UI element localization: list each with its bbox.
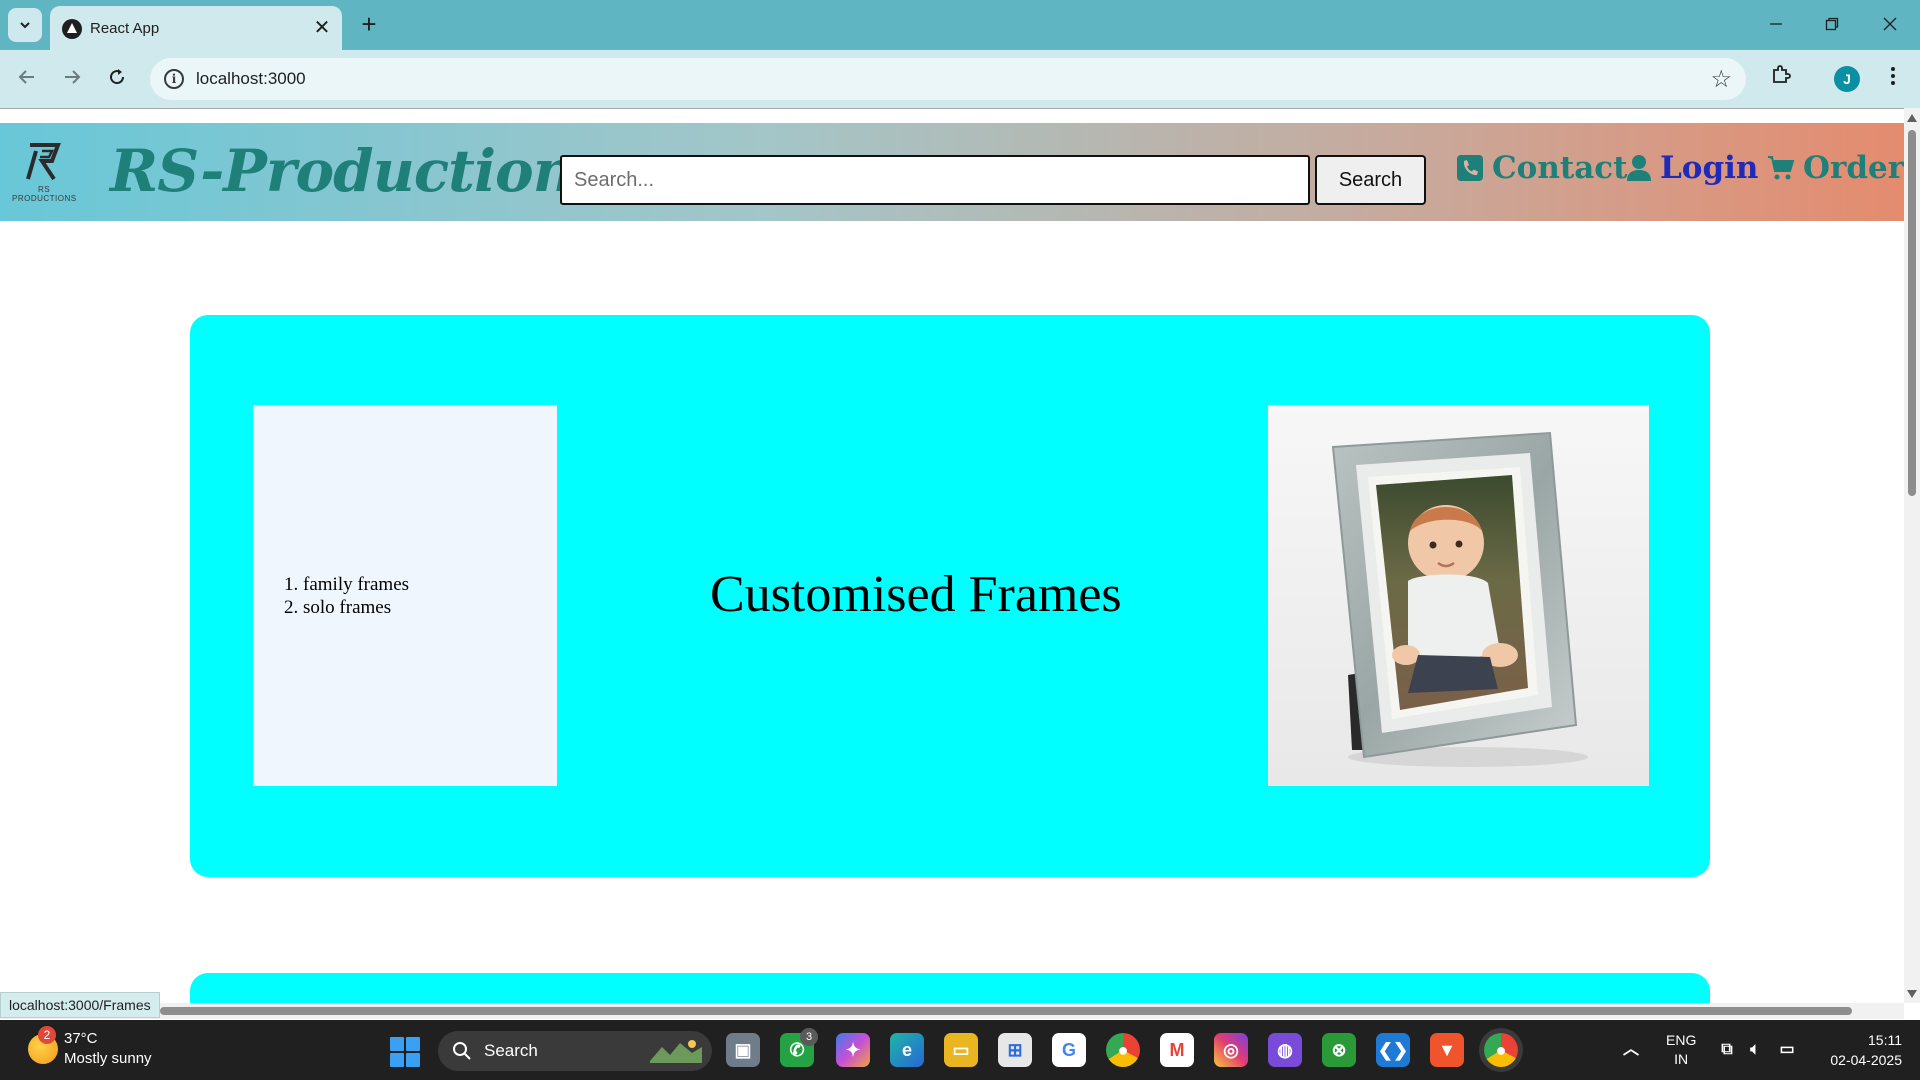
arrow-left-icon	[18, 70, 34, 84]
restore-icon	[1825, 17, 1839, 31]
windows-taskbar: 2 37°C Mostly sunny Search ▣ ✆ 3 ✦ e ▭ ⊞…	[0, 1020, 1920, 1080]
arrow-right-icon	[65, 70, 81, 84]
vertical-scroll-thumb[interactable]	[1908, 130, 1916, 496]
language-code: ENG	[1666, 1032, 1697, 1048]
logo-subtext: RS PRODUCTIONS	[12, 185, 77, 203]
app-icon[interactable]: ◍	[1268, 1033, 1302, 1067]
vscode-icon[interactable]: ❮❯	[1376, 1033, 1410, 1067]
scroll-up-arrow-icon[interactable]	[1907, 114, 1917, 122]
photo-frame-image	[1268, 405, 1649, 786]
tab-close-button[interactable]: ✕	[310, 16, 334, 40]
site-navbar: RS PRODUCTIONS RS-Productions Search Con…	[0, 123, 1904, 221]
chrome-icon[interactable]: ●	[1106, 1033, 1140, 1067]
shopping-cart-icon	[1768, 156, 1795, 180]
copilot-icon[interactable]: ✦	[836, 1033, 870, 1067]
xbox-icon[interactable]: ⊗	[1322, 1033, 1356, 1067]
file-explorer-icon[interactable]: ▭	[944, 1033, 978, 1067]
browser-tab-bar: React App ✕ +	[0, 0, 1920, 50]
whatsapp-badge: 3	[800, 1028, 818, 1046]
task-view-icon[interactable]: ▣	[726, 1033, 760, 1067]
tab-title: React App	[90, 20, 160, 37]
gmail-icon[interactable]: M	[1160, 1033, 1194, 1067]
profile-avatar[interactable]: J	[1834, 66, 1860, 92]
frame-types-panel: family frames solo frames	[253, 405, 557, 786]
reload-icon	[110, 69, 125, 85]
puzzle-icon	[1773, 65, 1791, 83]
user-icon	[1627, 155, 1651, 181]
language-indicator[interactable]: ENG IN	[1666, 1031, 1696, 1069]
browser-toolbar: i localhost:3000 ☆ J	[0, 50, 1920, 108]
windows-start-icon[interactable]	[390, 1037, 420, 1067]
restore-button[interactable]	[1814, 10, 1850, 40]
nav-contact-label: Contact	[1492, 150, 1628, 186]
framed-baby-photo	[1268, 405, 1649, 786]
brand-title[interactable]: RS-Productions	[110, 137, 607, 205]
bookmark-star-icon[interactable]: ☆	[1710, 65, 1732, 94]
google-icon[interactable]: G	[1052, 1033, 1086, 1067]
scroll-down-arrow-icon[interactable]	[1907, 990, 1917, 998]
site-logo[interactable]: RS PRODUCTIONS	[12, 139, 76, 203]
search-highlight-icon	[650, 1040, 702, 1063]
taskbar-clock[interactable]: 15:11 02-04-2025	[1818, 1030, 1902, 1070]
second-card[interactable]	[190, 973, 1710, 1003]
clock-date: 02-04-2025	[1830, 1052, 1902, 1068]
nav-orders-label: Orders	[1803, 150, 1904, 186]
close-icon	[1883, 17, 1897, 31]
status-bar-url: localhost:3000/Frames	[0, 992, 160, 1018]
back-button[interactable]	[10, 62, 44, 96]
address-bar[interactable]: i localhost:3000 ☆	[150, 58, 1746, 100]
minimize-icon	[1770, 23, 1782, 25]
chevron-up-icon[interactable]: ︿	[1614, 1033, 1648, 1067]
edge-icon[interactable]: e	[890, 1033, 924, 1067]
weather-temperature[interactable]: 37°C	[64, 1030, 98, 1047]
forward-button[interactable]	[55, 62, 89, 96]
search-icon	[453, 1042, 471, 1060]
frames-card[interactable]: family frames solo frames Customised Fra…	[190, 315, 1710, 877]
nav-login-link[interactable]: Login	[1626, 150, 1758, 186]
browser-menu-button[interactable]	[1876, 62, 1910, 96]
nav-contact-link[interactable]: Contact	[1456, 150, 1628, 186]
list-item[interactable]: solo frames	[303, 596, 557, 619]
tab-search-button[interactable]	[8, 8, 42, 42]
microsoft-store-icon[interactable]: ⊞	[998, 1033, 1032, 1067]
minimize-button[interactable]	[1758, 10, 1794, 40]
list-item[interactable]: family frames	[303, 573, 557, 596]
weather-badge: 2	[38, 1026, 56, 1044]
weather-condition[interactable]: Mostly sunny	[64, 1050, 152, 1067]
battery-icon[interactable]: ▭	[1770, 1033, 1804, 1067]
clock-time: 15:11	[1868, 1032, 1902, 1048]
react-app-favicon-icon	[62, 19, 82, 39]
instagram-icon[interactable]: ◎	[1214, 1033, 1248, 1067]
taskbar-search[interactable]: Search	[438, 1031, 712, 1071]
brave-icon[interactable]: ▼	[1430, 1033, 1464, 1067]
reload-button[interactable]	[100, 62, 134, 96]
volume-icon[interactable]: 🔈︎	[1738, 1033, 1772, 1067]
taskbar-search-label: Search	[484, 1041, 538, 1060]
close-window-button[interactable]	[1872, 10, 1908, 40]
search-button[interactable]: Search	[1315, 155, 1426, 205]
address-url[interactable]: localhost:3000	[196, 69, 306, 89]
new-tab-button[interactable]: +	[354, 10, 384, 40]
page-viewport: RS PRODUCTIONS RS-Productions Search Con…	[0, 108, 1904, 1003]
rs-logo-icon	[26, 143, 61, 181]
frame-types-list: family frames solo frames	[303, 573, 557, 619]
search-input[interactable]	[560, 155, 1310, 205]
chrome-active-icon[interactable]: ●	[1484, 1033, 1518, 1067]
more-vertical-icon	[1891, 67, 1895, 85]
browser-tab[interactable]: React App ✕	[50, 6, 342, 50]
nav-orders-link[interactable]: Orders	[1767, 150, 1904, 186]
phone-square-icon	[1457, 155, 1483, 181]
region-code: IN	[1674, 1051, 1689, 1067]
horizontal-scroll-thumb[interactable]	[160, 1007, 1852, 1015]
nav-login-label: Login	[1660, 150, 1759, 186]
vertical-scrollbar[interactable]	[1904, 108, 1920, 1003]
extensions-button[interactable]	[1764, 62, 1798, 96]
chevron-down-icon	[20, 22, 30, 29]
horizontal-scrollbar[interactable]	[0, 1003, 1904, 1019]
site-info-icon[interactable]: i	[164, 69, 184, 89]
